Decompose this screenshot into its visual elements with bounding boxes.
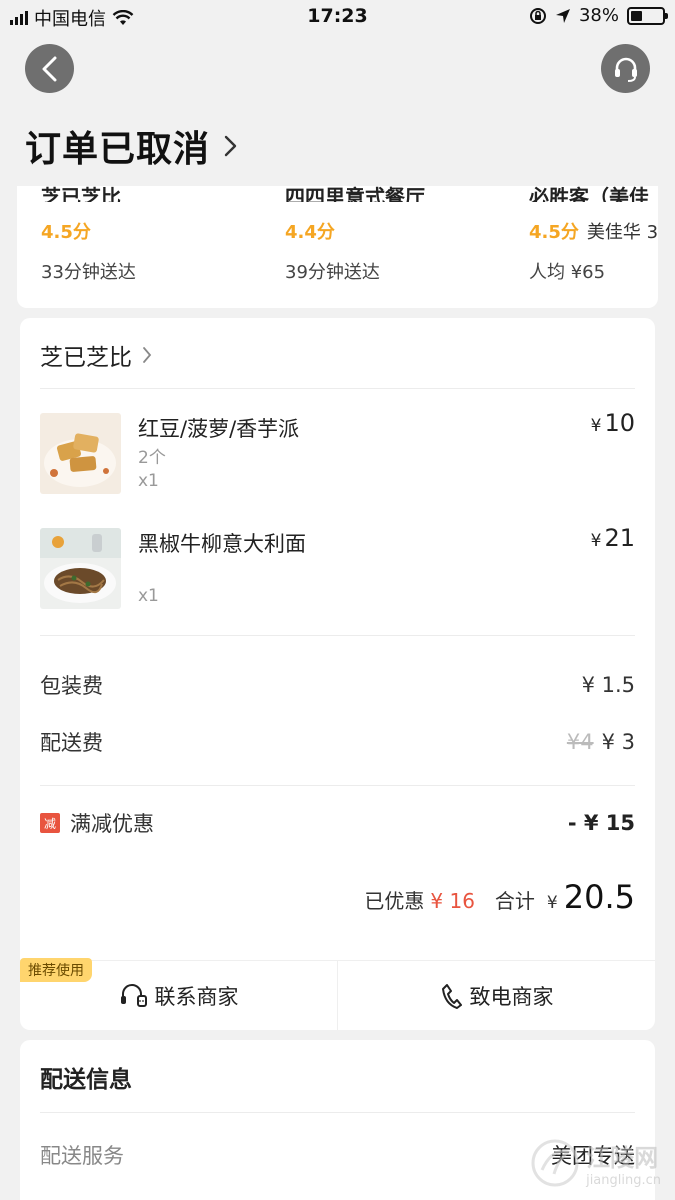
chat-icon — [120, 983, 147, 1007]
item-price-value: 10 — [604, 409, 635, 437]
discount-badge-icon: 减 — [40, 813, 60, 833]
order-total-row: 已优惠 ¥ 16 合计 ¥ 20.5 — [364, 878, 635, 916]
item-price-value: 21 — [604, 524, 635, 552]
shop-name: 芝已芝比 — [40, 345, 132, 371]
average-price: 人均 ¥65 — [529, 262, 606, 283]
rotation-lock-icon — [529, 7, 546, 24]
discount-label: 满减优惠 — [70, 812, 154, 836]
discount-row: 减 满减优惠 - ¥ 15 — [40, 808, 635, 838]
currency-symbol: ¥ — [590, 416, 602, 436]
delivery-time: 33分钟送达 — [41, 262, 136, 283]
saved-label: 已优惠 — [364, 889, 425, 913]
item-name: 红豆/菠萝/香芋派 — [138, 417, 300, 441]
item-name: 黑椒牛柳意大利面 — [138, 532, 306, 556]
total-label: 合计 — [494, 889, 535, 913]
order-status-header[interactable]: 订单已取消 — [25, 120, 238, 172]
total-currency: ¥ — [546, 893, 558, 913]
divider — [40, 388, 635, 389]
delivery-fee-original: ¥4 — [566, 730, 594, 754]
item-thumbnail — [40, 413, 121, 494]
total-value: 20.5 — [563, 878, 635, 916]
order-details-card: 芝已芝比 红豆/菠萝/香芋派 2个 x1 ¥10 黑椒牛柳意大利面 x1 ¥ 2… — [20, 318, 655, 1030]
discount-value: - ¥ 15 — [567, 811, 635, 835]
delivery-time: 39分钟送达 — [285, 262, 380, 283]
shop-rating: 4.5分 — [41, 222, 91, 243]
page-title: 订单已取消 — [25, 129, 211, 170]
item-spec: 2个 — [138, 448, 166, 468]
recommended-shops[interactable]: 芝已芝比 4.5分 33分钟送达 四四里意式餐厅 4.4分 39分钟送达 必胜客… — [17, 186, 658, 308]
recommended-tag: 推荐使用 — [20, 958, 92, 982]
watermark-text: 江陵网 — [586, 1144, 659, 1172]
saved-value: ¥ 16 — [430, 889, 475, 913]
chevron-right-icon — [224, 135, 237, 157]
back-button[interactable] — [25, 44, 74, 93]
shop-rating: 4.4分 — [285, 222, 335, 243]
recommended-shop-card[interactable]: 必胜客（美佳 4.5分 美佳华 3 人均 ¥65 — [529, 186, 658, 284]
phone-icon — [441, 983, 462, 1009]
delivery-fee-values: ¥4 ¥ 3 — [567, 730, 635, 754]
packaging-fee-row: 包装费 ¥ 1.5 — [40, 670, 635, 700]
recommended-shop-card[interactable]: 芝已芝比 4.5分 33分钟送达 — [41, 186, 261, 284]
item-price: ¥10 — [591, 409, 635, 437]
merchant-actions: 联系商家 致电商家 — [20, 960, 655, 1030]
order-item: 红豆/菠萝/香芋派 2个 x1 ¥10 — [40, 409, 635, 497]
recommended-shop-name: 四四里意式餐厅 — [285, 186, 425, 202]
delivery-info-title: 配送信息 — [40, 1067, 132, 1093]
order-item: 黑椒牛柳意大利面 x1 ¥21 — [40, 524, 635, 612]
divider — [40, 635, 635, 636]
packaging-fee-label: 包装费 — [40, 674, 103, 698]
divider — [40, 1112, 635, 1113]
chevron-right-icon — [143, 347, 152, 363]
location-icon — [555, 8, 570, 23]
shop-rating: 4.5分 — [529, 222, 579, 243]
shop-link[interactable]: 芝已芝比 — [40, 338, 152, 372]
item-quantity: x1 — [138, 471, 159, 491]
delivery-service-label: 配送服务 — [40, 1144, 124, 1168]
currency-symbol: ¥ — [590, 531, 602, 551]
divider — [40, 785, 635, 786]
item-thumbnail — [40, 528, 121, 609]
call-merchant-button[interactable]: 致电商家 — [337, 961, 655, 1030]
customer-service-button[interactable] — [601, 44, 650, 93]
shop-location: 美佳华 3 — [586, 222, 658, 243]
watermark: 江陵网 jiangling.cn — [530, 1138, 661, 1188]
item-price: ¥21 — [591, 524, 635, 552]
delivery-fee-label: 配送费 — [40, 731, 103, 755]
status-bar: 中国电信 17:23 38% — [0, 0, 675, 34]
watermark-logo-icon — [531, 1139, 579, 1187]
call-merchant-label: 致电商家 — [469, 984, 554, 1009]
contact-merchant-label: 联系商家 — [154, 984, 239, 1009]
packaging-fee-value: ¥ 1.5 — [581, 673, 635, 697]
recommended-shop-name: 必胜客（美佳 — [529, 186, 649, 202]
chevron-left-icon — [42, 56, 56, 81]
battery-icon — [627, 6, 668, 25]
delivery-fee-value: ¥ 3 — [601, 730, 635, 754]
recommended-shop-card[interactable]: 四四里意式餐厅 4.4分 39分钟送达 — [285, 186, 505, 284]
item-quantity: x1 — [138, 586, 159, 606]
recommended-shop-name: 芝已芝比 — [41, 186, 121, 202]
watermark-url: jiangling.cn — [586, 1173, 661, 1188]
battery-percent: 38% — [578, 5, 619, 26]
delivery-fee-row: 配送费 ¥4 ¥ 3 — [40, 727, 635, 757]
headset-icon — [614, 57, 637, 82]
status-right: 38% — [529, 5, 668, 26]
